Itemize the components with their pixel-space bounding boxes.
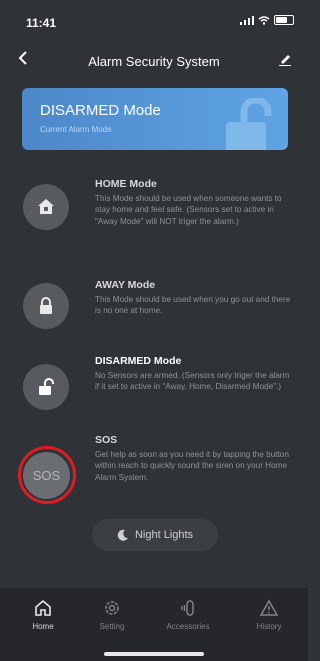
status-time: 11:41: [26, 16, 57, 30]
edit-icon[interactable]: [278, 52, 292, 69]
tab-bar: Home Setting Accessories History: [0, 588, 308, 661]
away-mode-title: AWAY Mode: [95, 279, 156, 291]
wifi-icon: [258, 15, 270, 25]
battery-icon: [274, 15, 294, 25]
sos-title: SOS: [95, 434, 118, 446]
gear-icon: [105, 601, 119, 615]
unlocked-padlock-icon: [226, 98, 272, 150]
disarmed-mode-title: DISARMED Mode: [95, 355, 182, 367]
locked-padlock-icon: [40, 297, 52, 314]
signal-icon: [240, 15, 254, 25]
current-mode-subtitle: Current Alarm Mode: [40, 125, 112, 134]
disarmed-mode-description: No Sensors are armed. (Sensors only trig…: [95, 371, 290, 392]
night-lights-button[interactable]: Night Lights: [92, 519, 218, 551]
tab-setting[interactable]: Setting: [77, 598, 147, 631]
tab-history[interactable]: History: [234, 598, 304, 631]
disarmed-mode-button[interactable]: [23, 364, 69, 410]
page-title: Alarm Security System: [88, 54, 220, 69]
night-lights-label: Night Lights: [134, 529, 194, 541]
tab-history-label: History: [256, 622, 282, 631]
tab-home[interactable]: Home: [8, 598, 78, 631]
unlocked-padlock-icon: [39, 378, 54, 395]
home-icon: [35, 599, 51, 616]
away-mode-button[interactable]: [23, 283, 69, 329]
home-mode-title: HOME Mode: [95, 178, 157, 190]
nav-bar: Alarm Security System: [0, 44, 308, 78]
home-lock-icon: [38, 199, 54, 214]
tab-accessories[interactable]: Accessories: [153, 598, 223, 631]
sos-description: Get help as soon as you need it by tappi…: [95, 450, 289, 482]
status-bar: 11:41: [0, 0, 308, 38]
moon-icon: [117, 529, 128, 541]
sos-highlight-circle: [18, 446, 76, 504]
tab-home-label: Home: [32, 622, 54, 631]
current-mode-title: DISARMED Mode: [40, 102, 161, 119]
home-indicator: [104, 652, 204, 656]
home-mode-button[interactable]: [23, 184, 69, 230]
accessories-icon: [181, 600, 194, 616]
status-icons: [240, 15, 294, 25]
tab-setting-label: Setting: [99, 622, 125, 631]
away-mode-description: This Mode should be used when you go out…: [95, 295, 291, 316]
warning-icon: [259, 599, 279, 616]
tab-accessories-label: Accessories: [166, 622, 210, 631]
home-mode-description: This Mode should be used when someone wa…: [95, 194, 282, 226]
current-mode-card: DISARMED Mode Current Alarm Mode: [22, 88, 288, 150]
